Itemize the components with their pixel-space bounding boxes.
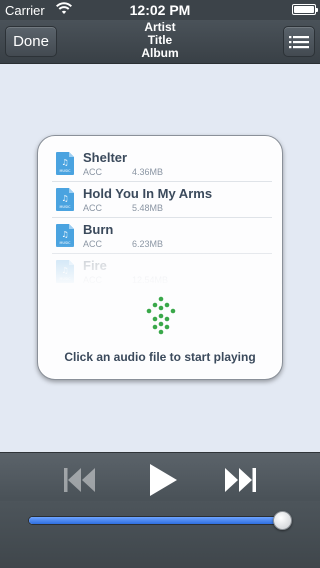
file-size: 12.54MB (132, 275, 169, 285)
svg-text:♫: ♫ (61, 158, 68, 167)
list-icon (289, 35, 309, 48)
file-name: Hold You In My Arms (83, 186, 213, 201)
done-button[interactable]: Done (5, 26, 57, 57)
hint-text: Click an audio file to start playing (64, 350, 256, 364)
svg-text:♫: ♫ (61, 266, 68, 275)
file-type: ACC (83, 239, 103, 249)
progress-slider[interactable] (28, 511, 292, 530)
skip-forward-icon[interactable] (224, 467, 256, 493)
status-bar: Carrier 12:02 PM (0, 0, 320, 20)
nav-bar: Done Artist Title Album (0, 20, 320, 64)
file-name: Fire (83, 258, 107, 273)
file-list: ♫ MUSIC Shelter ACC 4.36MB ♫ MUSIC Hold … (52, 146, 272, 290)
file-size: 6.23MB (132, 239, 164, 249)
player-controls (0, 452, 320, 568)
playlist-button[interactable] (283, 26, 315, 57)
progress-fill (29, 517, 283, 524)
svg-text:MUSIC: MUSIC (60, 169, 72, 173)
battery-fill (294, 6, 314, 13)
file-browser-card: ♫ MUSIC Shelter ACC 4.36MB ♫ MUSIC Hold … (37, 135, 283, 380)
file-item[interactable]: ♫ MUSIC Fire ACC 12.54MB (52, 254, 272, 290)
progress-thumb[interactable] (272, 511, 292, 530)
battery-icon (292, 4, 318, 15)
music-file-icon: ♫ MUSIC (56, 188, 74, 211)
file-item[interactable]: ♫ MUSIC Burn ACC 6.23MB (52, 218, 272, 254)
svg-text:MUSIC: MUSIC (60, 241, 72, 245)
file-type: ACC (83, 203, 103, 213)
file-size: 4.36MB (132, 167, 164, 177)
file-type: ACC (83, 275, 103, 285)
play-icon[interactable] (148, 463, 178, 497)
svg-text:♫: ♫ (61, 230, 68, 239)
progress-area (0, 501, 320, 568)
svg-text:♫: ♫ (61, 194, 68, 203)
file-name: Shelter (83, 150, 128, 165)
svg-text:MUSIC: MUSIC (60, 277, 72, 281)
file-item[interactable]: ♫ MUSIC Shelter ACC 4.36MB (52, 146, 272, 182)
now-playing-info: Artist Title Album (80, 21, 240, 60)
music-file-icon: ♫ MUSIC (56, 224, 74, 247)
file-name: Burn (83, 222, 114, 237)
status-time: 12:02 PM (129, 2, 191, 18)
upload-arrow-icon (146, 296, 176, 335)
svg-text:MUSIC: MUSIC (60, 205, 72, 209)
music-file-icon: ♫ MUSIC (56, 152, 74, 175)
file-type: ACC (83, 167, 103, 177)
music-file-icon: ♫ MUSIC (56, 260, 74, 283)
album-label: Album (141, 46, 179, 60)
file-item[interactable]: ♫ MUSIC Hold You In My Arms ACC 5.48MB (52, 182, 272, 218)
skip-back-icon[interactable] (64, 467, 96, 493)
file-size: 5.48MB (132, 203, 164, 213)
